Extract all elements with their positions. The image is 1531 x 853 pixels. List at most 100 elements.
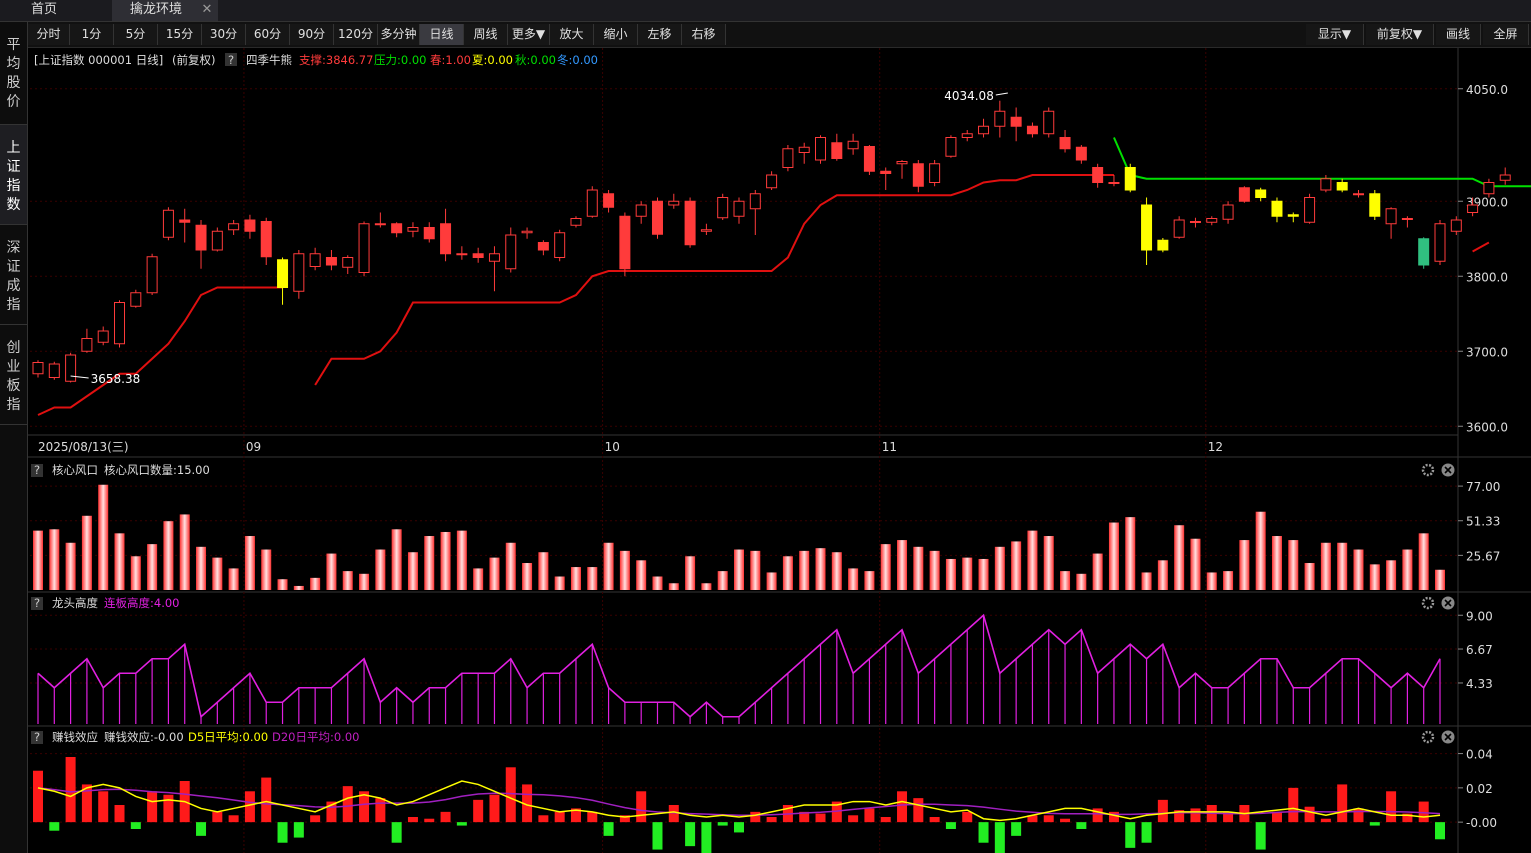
wind-bar bbox=[1337, 542, 1348, 590]
candle-body bbox=[228, 223, 240, 231]
wind-bar bbox=[179, 514, 190, 590]
price-tick-label: 3600.0 bbox=[1466, 420, 1508, 434]
profit-bar bbox=[750, 811, 761, 823]
wind-bar bbox=[1027, 530, 1038, 590]
wind-bar bbox=[1125, 517, 1136, 590]
wind-bar bbox=[1141, 572, 1152, 590]
wind-bar bbox=[587, 567, 598, 590]
candle-body bbox=[1124, 167, 1136, 191]
wind-bar bbox=[750, 550, 761, 590]
candle-body bbox=[65, 354, 77, 382]
price-tick-label: 4050.0 bbox=[1466, 83, 1508, 97]
autumn-value: 秋:0.00 bbox=[515, 53, 556, 67]
profit-bar bbox=[913, 798, 924, 823]
candle-body bbox=[1499, 174, 1511, 181]
candle-body bbox=[1369, 193, 1381, 217]
wind-bar bbox=[1092, 553, 1103, 590]
profit-bar bbox=[1255, 822, 1266, 850]
profit-bar bbox=[375, 798, 386, 823]
profit-bar bbox=[1337, 784, 1348, 823]
candle-body bbox=[684, 200, 696, 246]
profit-bar bbox=[880, 817, 891, 823]
panel-tick-label: 51.33 bbox=[1466, 515, 1500, 529]
candle-body bbox=[260, 221, 272, 258]
profit-bar bbox=[636, 791, 647, 823]
candle-body bbox=[586, 189, 598, 217]
wind-bar bbox=[49, 529, 60, 590]
candle-body bbox=[1238, 187, 1250, 202]
candle-body bbox=[1255, 189, 1267, 198]
wind-bar bbox=[98, 484, 109, 590]
support-value: 支撑:3846.77 bbox=[299, 53, 373, 67]
wind-bar bbox=[1043, 536, 1054, 590]
candle-body bbox=[961, 133, 973, 138]
panel-tick-label: 4.33 bbox=[1466, 677, 1493, 691]
high-annotation-arrow bbox=[995, 92, 1008, 96]
candle-body bbox=[847, 140, 859, 150]
chart-area: 09 10 11 123600.03700.03800.03900.04050.020… bbox=[28, 48, 1531, 853]
candle-body bbox=[1385, 208, 1397, 225]
profit-bar bbox=[864, 808, 875, 823]
candle-body bbox=[1108, 182, 1120, 184]
candle-body bbox=[635, 204, 647, 217]
profit-bar bbox=[766, 817, 777, 823]
profit-bar bbox=[1353, 808, 1364, 823]
wind-bar bbox=[33, 530, 43, 590]
wind-bar bbox=[945, 558, 956, 590]
wind-bar bbox=[114, 533, 125, 590]
profit-bar bbox=[49, 822, 60, 831]
wind-bar bbox=[212, 557, 223, 590]
wind-bar bbox=[717, 571, 728, 590]
profit-bar bbox=[228, 815, 239, 823]
wind-bar bbox=[456, 530, 467, 590]
wind-bar bbox=[799, 550, 810, 590]
candle-body bbox=[374, 223, 386, 226]
wind-bar bbox=[848, 568, 859, 590]
wind-bar bbox=[554, 576, 565, 590]
wind-bar bbox=[1369, 564, 1380, 590]
wind-bar bbox=[1304, 563, 1315, 590]
candle-body bbox=[603, 193, 615, 208]
wind-bar bbox=[652, 576, 663, 590]
candle-body bbox=[733, 200, 745, 217]
candle-body bbox=[978, 125, 990, 135]
profit-bar bbox=[1125, 822, 1136, 848]
month-label: 12 bbox=[1208, 440, 1223, 454]
candle-body bbox=[342, 257, 354, 268]
candle-body bbox=[1352, 193, 1364, 196]
candle-body bbox=[880, 170, 892, 174]
profit-bar bbox=[587, 811, 598, 823]
profit-bar bbox=[293, 822, 304, 838]
wind-bar bbox=[603, 542, 614, 590]
wind-bar bbox=[1174, 525, 1185, 590]
candle-body bbox=[1059, 137, 1071, 150]
gear-icon bbox=[1421, 730, 1435, 744]
wind-bar bbox=[277, 579, 288, 590]
profit-bar bbox=[652, 822, 663, 850]
wind-bar bbox=[782, 556, 793, 590]
month-label: 11 bbox=[882, 440, 897, 454]
profit-bar bbox=[929, 817, 940, 823]
profit-bar bbox=[489, 794, 500, 823]
wind-bar bbox=[701, 583, 712, 590]
help-icon: ? bbox=[34, 730, 40, 744]
wind-bar bbox=[897, 540, 908, 590]
profit-bar bbox=[33, 770, 43, 823]
price-tick-label: 3700.0 bbox=[1466, 345, 1508, 359]
candle-body bbox=[749, 193, 761, 210]
candle-body bbox=[1304, 197, 1316, 223]
wind-bar bbox=[1157, 560, 1168, 590]
candle-body bbox=[1401, 218, 1413, 220]
help-icon: ? bbox=[228, 53, 234, 67]
wind-bar bbox=[326, 553, 337, 590]
candle-body bbox=[81, 338, 93, 352]
profit-bar bbox=[962, 811, 973, 823]
wind-bar bbox=[1011, 541, 1022, 590]
wind-bar bbox=[619, 550, 630, 590]
profit-bar bbox=[1076, 822, 1087, 829]
profit-bar bbox=[163, 794, 174, 823]
wind-bar bbox=[815, 548, 826, 590]
wind-bar bbox=[342, 571, 353, 590]
panel-tick-label: -0.00 bbox=[1466, 816, 1497, 830]
profit-bar bbox=[424, 818, 435, 823]
